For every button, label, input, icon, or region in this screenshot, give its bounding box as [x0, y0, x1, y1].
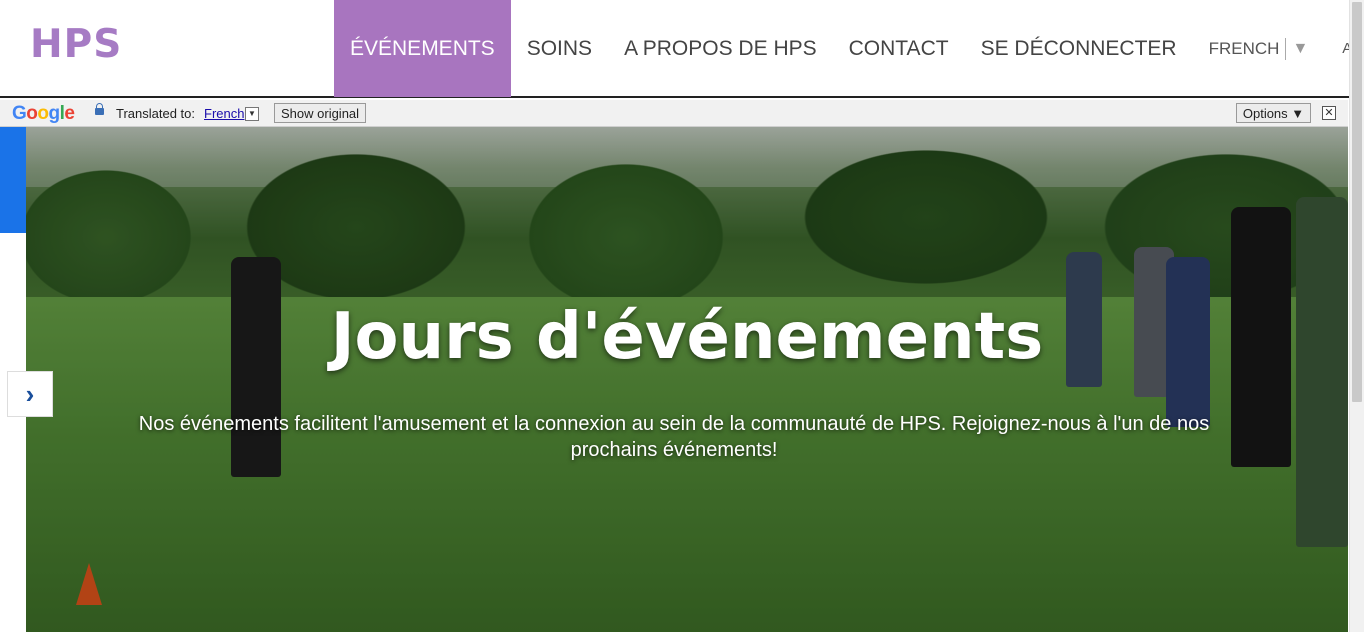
- translated-to-label: Translated to:: [116, 106, 196, 121]
- lock-icon: [95, 103, 104, 115]
- hero-overlay: [26, 127, 1348, 632]
- dropdown-arrow-icon: ▼: [1292, 39, 1309, 57]
- language-dropdown-icon[interactable]: ▼: [245, 107, 259, 121]
- options-button[interactable]: Options ▼: [1236, 103, 1311, 123]
- show-original-button[interactable]: Show original: [274, 103, 367, 123]
- nav-item-deconnecter[interactable]: SE DÉCONNECTER: [965, 0, 1193, 97]
- main-nav: ÉVÉNEMENTS SOINS A PROPOS DE HPS CONTACT…: [334, 0, 1364, 97]
- side-strip: [0, 233, 26, 632]
- nav-item-a-propos[interactable]: A PROPOS DE HPS: [608, 0, 833, 97]
- site-header: HPS ÉVÉNEMENTS SOINS A PROPOS DE HPS CON…: [0, 0, 1364, 98]
- language-label: FRENCH: [1208, 38, 1280, 58]
- close-icon[interactable]: ✕: [1322, 106, 1336, 120]
- google-logo: Google: [12, 103, 75, 124]
- hero-title: Jours d'événements: [330, 300, 1044, 374]
- nav-item-soins[interactable]: SOINS: [511, 0, 608, 97]
- scrollbar-thumb[interactable]: [1352, 2, 1362, 402]
- translate-language-link[interactable]: French: [204, 106, 244, 121]
- nav-item-evenements[interactable]: ÉVÉNEMENTS: [334, 0, 511, 97]
- nav-item-contact[interactable]: CONTACT: [833, 0, 965, 97]
- language-divider: [1285, 37, 1287, 60]
- page-scrollbar[interactable]: [1349, 0, 1364, 632]
- hero-subtitle: Nos événements facilitent l'amusement et…: [138, 413, 1210, 461]
- side-accent-bar: [0, 127, 26, 233]
- site-logo[interactable]: HPS: [30, 22, 122, 67]
- hero-banner: [26, 127, 1348, 632]
- google-translate-bar: Google Translated to: French ▼ Show orig…: [0, 100, 1348, 127]
- chevron-right-icon[interactable]: ›: [7, 371, 53, 417]
- language-selector[interactable]: FRENCH ▼: [1193, 0, 1309, 97]
